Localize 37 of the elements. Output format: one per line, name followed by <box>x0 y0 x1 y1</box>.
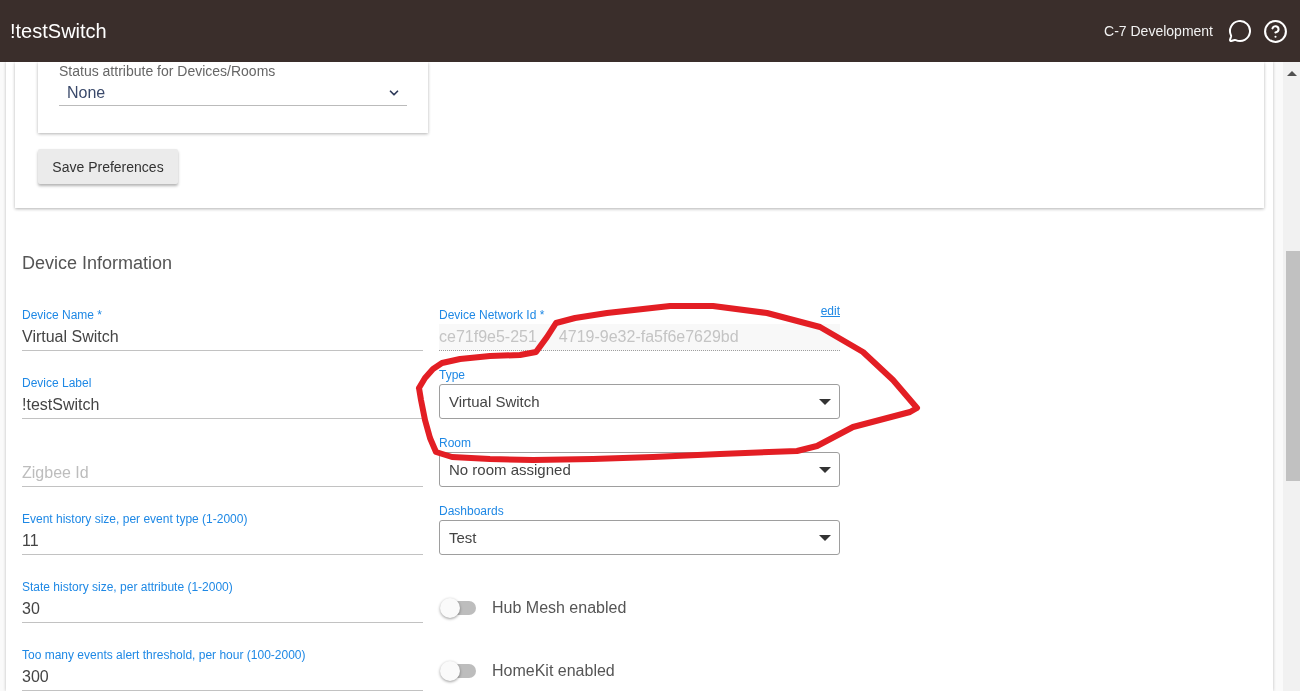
save-preferences-button[interactable]: Save Preferences <box>38 149 178 184</box>
scrollbar-track[interactable] <box>1283 62 1300 691</box>
text-field[interactable]: 300 <box>22 664 423 691</box>
field-label: Event history size, per event type (1-2000) <box>22 512 248 526</box>
text-field[interactable]: Zigbee Id <box>22 460 423 487</box>
text-field[interactable]: !testSwitch <box>22 392 423 419</box>
section-heading: Device Information <box>22 252 174 274</box>
toggle-label: HomeKit enabled <box>492 662 615 680</box>
field-label: Device Name * <box>22 308 103 322</box>
toggle-switch[interactable] <box>440 661 476 681</box>
dropdown[interactable]: No room assigned <box>439 452 840 487</box>
text-field[interactable]: Virtual Switch <box>22 324 423 351</box>
field-label: Device Label <box>22 376 92 390</box>
dropdown[interactable]: Test <box>439 520 840 555</box>
chat-bubble-icon[interactable] <box>1228 19 1252 43</box>
field-label: Type <box>439 368 465 382</box>
hub-name: C-7 Development <box>1104 23 1213 39</box>
field-label: Too many events alert threshold, per hour (100-2000) <box>22 648 306 662</box>
toggle-switch[interactable] <box>440 598 476 618</box>
edit-link[interactable]: edit <box>820 304 840 318</box>
caret-down-icon <box>819 466 831 473</box>
dropdown[interactable]: None <box>59 80 407 106</box>
caret-down-icon <box>819 398 831 405</box>
caret-down-icon <box>819 534 831 541</box>
dropdown[interactable]: Virtual Switch <box>439 384 840 419</box>
scroll-up-arrow-icon[interactable] <box>1287 71 1297 76</box>
page-title: !testSwitch <box>10 19 108 43</box>
help-icon[interactable] <box>1263 18 1288 44</box>
text-field[interactable]: 30 <box>22 596 423 623</box>
field-label: Room <box>439 436 471 450</box>
field-label: Status attribute for Devices/Rooms <box>59 63 277 79</box>
field-label: Device Network Id * <box>439 308 545 322</box>
field-label: Dashboards <box>439 504 504 518</box>
toggle-label: Hub Mesh enabled <box>492 599 627 617</box>
scrollbar-thumb[interactable] <box>1286 251 1300 481</box>
text-field[interactable]: 11 <box>22 528 423 555</box>
field-label: State history size, per attribute (1-2000) <box>22 580 233 594</box>
